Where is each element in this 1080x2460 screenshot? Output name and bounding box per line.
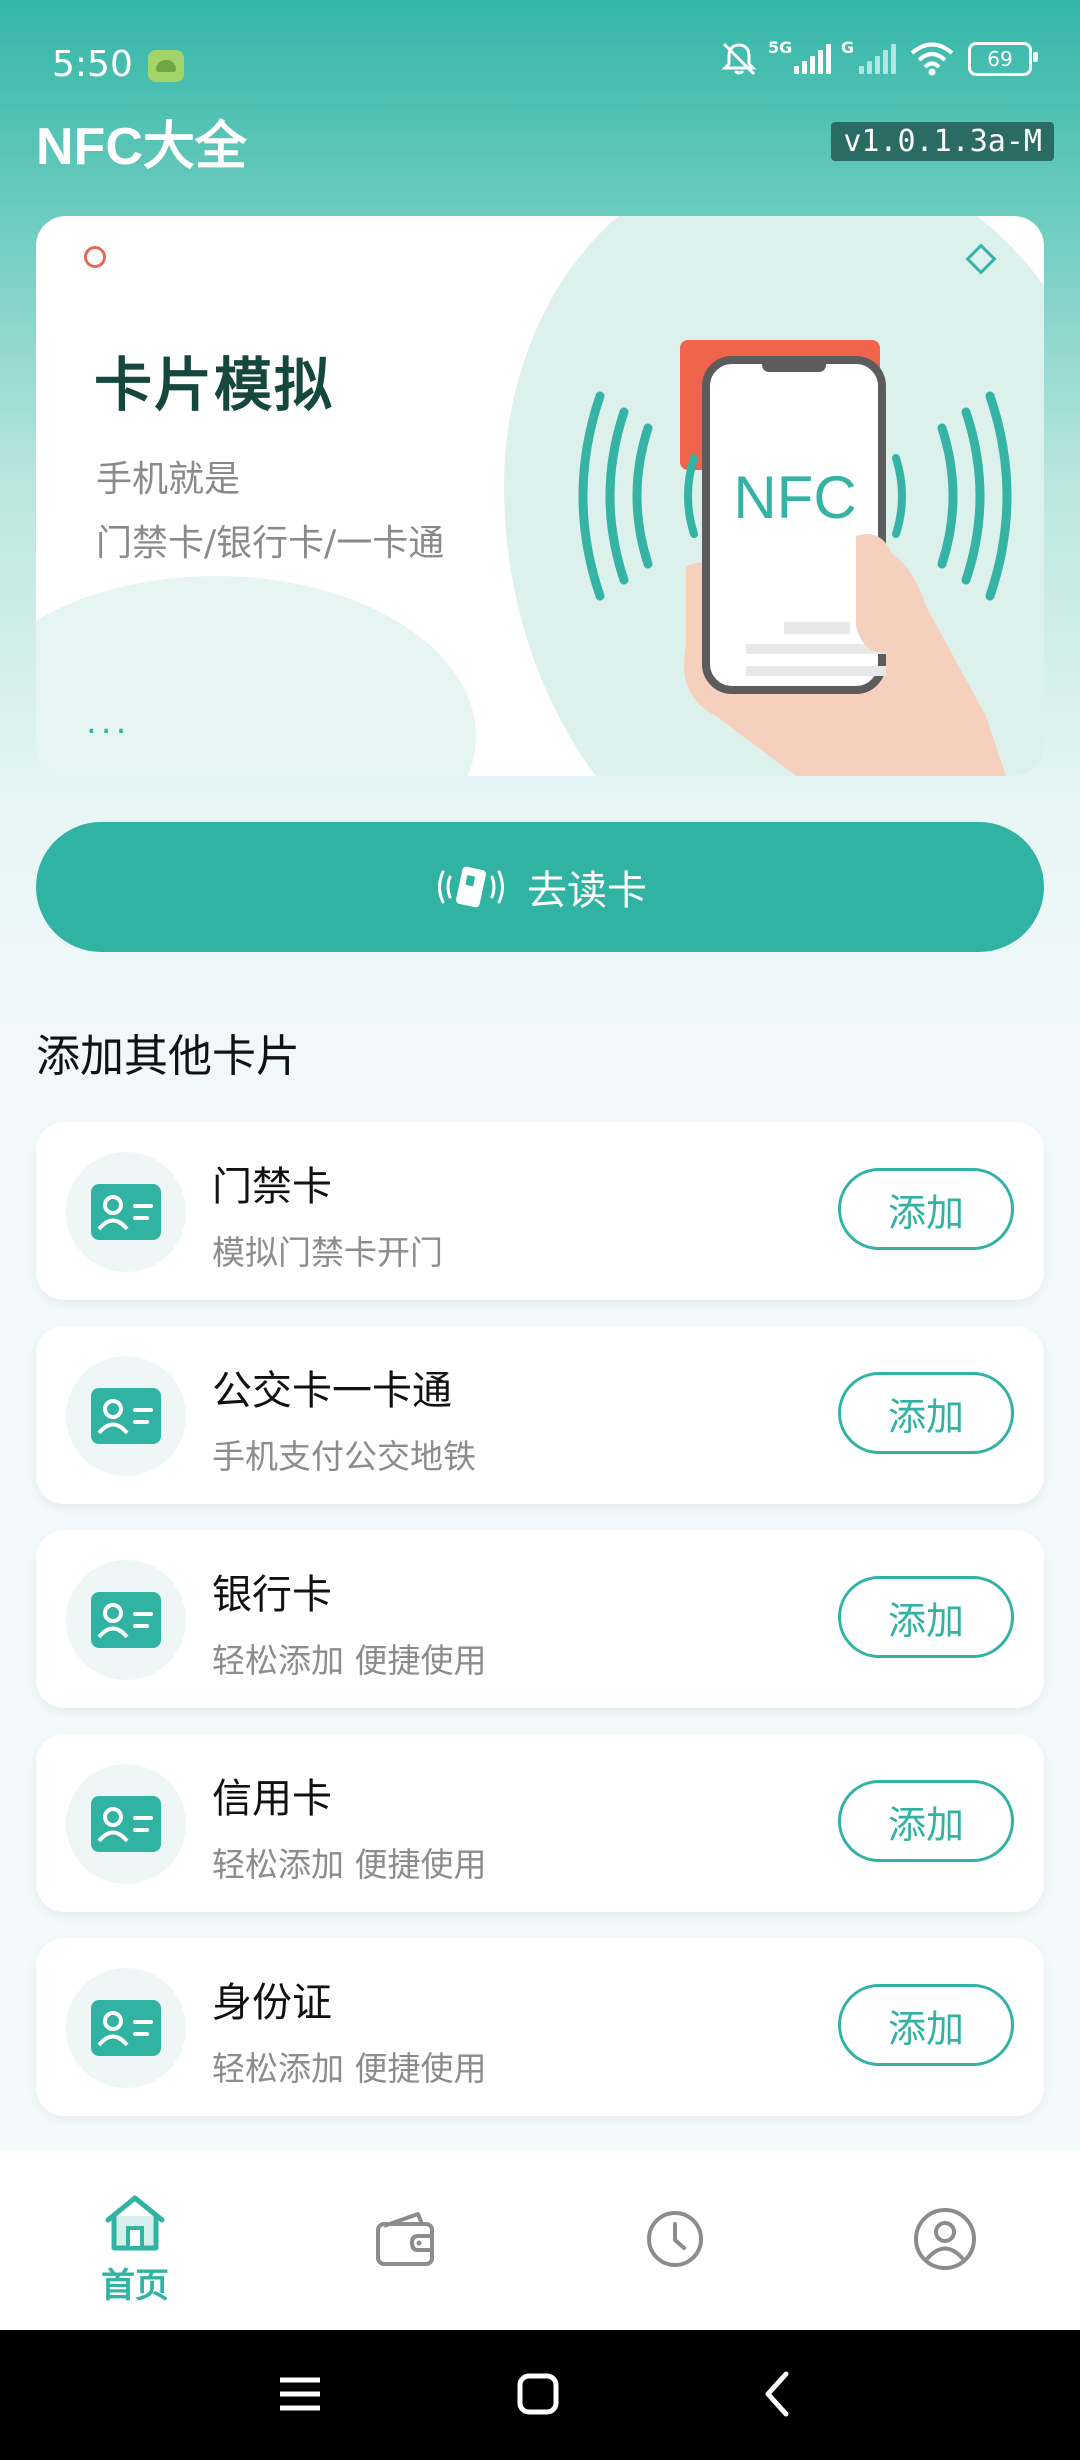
card-subtitle: 轻松添加 便捷使用 [212, 2049, 487, 2088]
section-title: 添加其他卡片 [36, 1031, 300, 1082]
card-subtitle: 模拟门禁卡开门 [212, 1233, 443, 1272]
system-nav-bar [0, 2330, 1080, 2460]
card-emulation-banner[interactable]: 卡片模拟 手机就是 门禁卡/银行卡/一卡通 ... NFC [36, 216, 1044, 776]
clock-icon [647, 2211, 703, 2267]
add-button[interactable]: 添加 [838, 1168, 1014, 1250]
card-item-id[interactable]: 身份证 轻松添加 便捷使用 添加 [36, 1938, 1044, 2116]
home-square-icon[interactable] [516, 2372, 560, 2416]
bottom-nav: 首页 [0, 2150, 1080, 2330]
back-icon[interactable] [758, 2370, 798, 2418]
home-icon [105, 2195, 165, 2251]
banner-subtitle-line2: 门禁卡/银行卡/一卡通 [96, 523, 445, 564]
add-button[interactable]: 添加 [838, 1984, 1014, 2066]
android-notification-icon [148, 50, 184, 82]
id-card-icon-wrap [66, 1968, 186, 2088]
add-button[interactable]: 添加 [838, 1576, 1014, 1658]
nav-profile[interactable] [810, 2150, 1080, 2330]
signal-g-label: G [841, 38, 855, 57]
banner-ellipsis: ... [86, 702, 131, 742]
id-card-icon [91, 2000, 161, 2056]
status-icons: 5G G 69 [720, 38, 1038, 78]
id-card-icon [91, 1796, 161, 1852]
id-card-icon-wrap [66, 1356, 186, 1476]
bell-muted-icon [721, 42, 757, 76]
read-card-label: 去读卡 [527, 868, 647, 914]
card-subtitle: 轻松添加 便捷使用 [212, 1845, 487, 1884]
wifi-icon [910, 42, 954, 76]
id-card-icon-wrap [66, 1764, 186, 1884]
card-title: 信用卡 [212, 1776, 332, 1822]
id-card-icon [91, 1388, 161, 1444]
status-time: 5:50 [52, 44, 133, 85]
card-title: 银行卡 [212, 1572, 332, 1618]
read-card-button[interactable]: 去读卡 [36, 822, 1044, 952]
add-button[interactable]: 添加 [838, 1780, 1014, 1862]
version-badge: v1.0.1.3a-M [831, 122, 1054, 161]
nfc-card-icon [438, 866, 504, 908]
battery-icon: 69 [968, 42, 1038, 76]
id-card-icon-wrap [66, 1560, 186, 1680]
card-subtitle: 手机支付公交地铁 [212, 1437, 476, 1476]
card-item-access[interactable]: 门禁卡 模拟门禁卡开门 添加 [36, 1122, 1044, 1300]
nav-home-label: 首页 [101, 2266, 169, 2306]
id-card-icon [91, 1592, 161, 1648]
add-button[interactable]: 添加 [838, 1372, 1014, 1454]
app-title: NFC大全 [36, 118, 247, 176]
banner-subtitle-line1: 手机就是 [96, 459, 241, 500]
signal-5g-icon: 5G [768, 38, 831, 74]
id-card-icon [91, 1184, 161, 1240]
card-item-bank[interactable]: 银行卡 轻松添加 便捷使用 添加 [36, 1530, 1044, 1708]
nav-history[interactable] [540, 2150, 810, 2330]
wallet-icon [376, 2212, 434, 2266]
nav-wallet[interactable] [270, 2150, 540, 2330]
signal-5g-label: 5G [768, 38, 793, 57]
id-card-icon-wrap [66, 1152, 186, 1272]
signal-g-icon: G [841, 38, 896, 74]
banner-background-shape-2 [36, 576, 476, 776]
card-item-transit[interactable]: 公交卡一卡通 手机支付公交地铁 添加 [36, 1326, 1044, 1504]
banner-title: 卡片模拟 [94, 351, 335, 419]
menu-icon[interactable] [278, 2374, 322, 2414]
profile-icon [914, 2208, 976, 2270]
card-item-credit[interactable]: 信用卡 轻松添加 便捷使用 添加 [36, 1734, 1044, 1912]
nfc-label: NFC [733, 464, 856, 531]
card-subtitle: 轻松添加 便捷使用 [212, 1641, 487, 1680]
card-title: 身份证 [212, 1980, 332, 2026]
nav-home[interactable]: 首页 [0, 2150, 270, 2330]
decorative-circle-icon [84, 246, 106, 268]
nfc-phone-illustration: NFC [578, 340, 1012, 776]
card-title: 门禁卡 [212, 1164, 332, 1210]
card-title: 公交卡一卡通 [212, 1368, 452, 1414]
